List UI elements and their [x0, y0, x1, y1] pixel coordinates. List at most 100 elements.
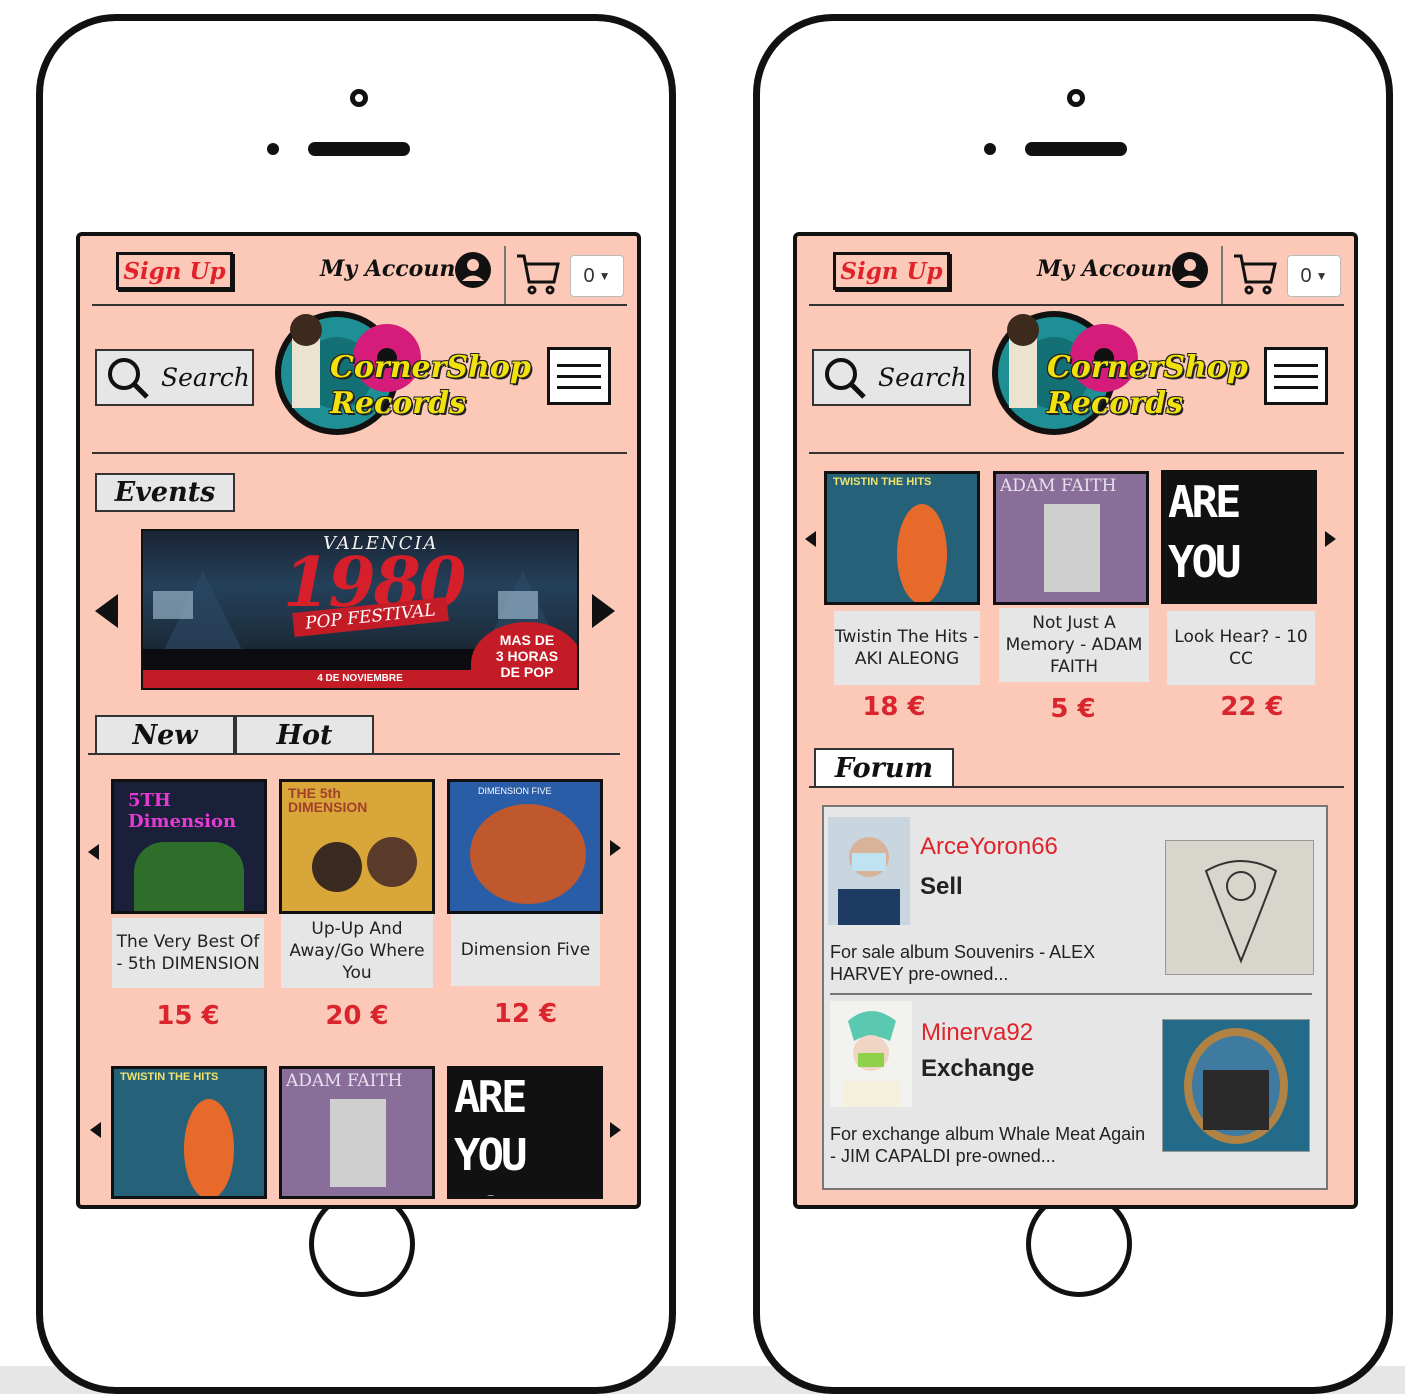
- product-caption[interactable]: Twistin The Hits - AKI ALEONG: [834, 611, 980, 685]
- cover-art: [330, 1099, 386, 1187]
- cart-icon[interactable]: [514, 250, 562, 298]
- cover-art: [1044, 504, 1100, 592]
- product-caption[interactable]: Look Hear? - 10 CC: [1167, 611, 1315, 685]
- user-photo: [828, 817, 910, 925]
- badge-line: 3 HORAS: [495, 648, 559, 664]
- products-next-arrow[interactable]: [1325, 531, 1336, 547]
- canvas-margin-top: [0, 0, 1405, 10]
- chevron-down-icon: ▼: [1315, 269, 1328, 283]
- album-cover[interactable]: ARE YOU NORMAL: [447, 1066, 603, 1199]
- product-price: 5 €: [1050, 694, 1096, 724]
- forum-post-text[interactable]: For exchange album Whale Meat Again - JI…: [830, 1123, 1150, 1167]
- search-button[interactable]: Search: [812, 349, 971, 406]
- album-cover[interactable]: TWISTIN THE HITS: [824, 471, 980, 605]
- logo-text-records: Records: [1047, 386, 1183, 421]
- tab-hot[interactable]: Hot: [235, 715, 374, 754]
- product-caption[interactable]: Not Just A Memory - ADAM FAITH: [999, 608, 1149, 682]
- avatar[interactable]: [830, 1001, 912, 1107]
- album-cover[interactable]: THE 5th DIMENSION: [279, 779, 435, 914]
- menu-bar: [1274, 363, 1318, 367]
- account-icon[interactable]: [455, 252, 491, 288]
- forum-post-type: Exchange: [921, 1055, 1035, 1082]
- search-label: Search: [878, 363, 967, 392]
- search-icon: [825, 357, 866, 399]
- album-cover[interactable]: ADAM FAITH: [279, 1066, 435, 1199]
- product-price: 20 €: [325, 1001, 389, 1031]
- cover-art: [312, 842, 362, 892]
- product-caption[interactable]: The Very Best Of - 5th DIMENSION: [112, 918, 264, 988]
- album-art: [1204, 860, 1278, 964]
- cover-title: THE 5th DIMENSION: [288, 785, 368, 815]
- hamburger-menu-button[interactable]: [547, 347, 611, 405]
- products-prev-arrow[interactable]: [90, 1122, 101, 1138]
- forum-post-text[interactable]: For sale album Souvenirs - ALEX HARVEY p…: [830, 941, 1150, 985]
- menu-bar: [557, 374, 601, 378]
- product-price: 15 €: [156, 1001, 220, 1031]
- album-cover[interactable]: ARE YOU NORMAL: [1161, 470, 1317, 604]
- cover-title: ADAM FAITH: [1000, 476, 1117, 496]
- cover-title: 5TH Dimension: [128, 790, 237, 832]
- section-divider: [809, 452, 1344, 454]
- forum-username[interactable]: ArceYoron66: [920, 833, 1058, 861]
- cart-count: 0: [583, 264, 595, 287]
- logo-text-cornershop: CornerShop: [330, 350, 531, 385]
- cover-title: ARE YOU NORMAL: [454, 1072, 598, 1196]
- header-divider: [1221, 246, 1223, 304]
- logo-text-records: Records: [330, 386, 466, 421]
- store-logo[interactable]: CornerShop Records: [989, 308, 1248, 438]
- account-icon[interactable]: [1172, 252, 1208, 288]
- cover-art: [897, 504, 947, 602]
- badge-line: MAS DE: [499, 632, 555, 648]
- section-divider: [92, 452, 627, 454]
- album-thumbnail[interactable]: [1165, 840, 1314, 975]
- album-cover[interactable]: ADAM FAITH: [993, 471, 1149, 605]
- cart-icon[interactable]: [1231, 250, 1279, 298]
- menu-bar: [557, 385, 601, 389]
- store-logo[interactable]: CornerShop Records: [272, 308, 531, 438]
- signup-button[interactable]: Sign Up: [833, 252, 950, 290]
- product-price: 22 €: [1220, 692, 1284, 722]
- chevron-down-icon: ▼: [598, 269, 611, 283]
- my-account-link[interactable]: My Account: [1037, 256, 1182, 282]
- cover-art: [367, 837, 417, 887]
- album-cover[interactable]: DIMENSION FIVE: [447, 779, 603, 914]
- forum-baseline: [809, 786, 1344, 788]
- search-label: Search: [161, 363, 250, 392]
- products-prev-arrow[interactable]: [805, 531, 816, 547]
- cover-title: TWISTIN THE HITS: [833, 476, 932, 488]
- carousel-next-arrow[interactable]: [592, 594, 615, 628]
- phone-right: Sign Up My Account 0 ▼ Search CornerShop…: [753, 14, 1393, 1394]
- user-photo: [830, 1001, 912, 1107]
- badge-line: DE POP: [500, 664, 554, 680]
- carousel-prev-arrow[interactable]: [95, 594, 118, 628]
- hamburger-menu-button[interactable]: [1264, 347, 1328, 405]
- my-account-link[interactable]: My Account: [320, 256, 465, 282]
- avatar[interactable]: [828, 817, 910, 925]
- event-banner[interactable]: VALENCIA 1980 POP FESTIVAL 4 DE NOVIEMBR…: [141, 529, 579, 690]
- tab-new[interactable]: New: [95, 715, 235, 754]
- products-next-arrow[interactable]: [610, 840, 621, 856]
- cover-art: [470, 804, 586, 904]
- tab-events[interactable]: Events: [95, 473, 235, 512]
- product-caption[interactable]: Up-Up And Away/Go Where You: [281, 914, 433, 988]
- signup-button[interactable]: Sign Up: [116, 252, 233, 290]
- products-next-arrow[interactable]: [610, 1122, 621, 1138]
- cover-art: [134, 842, 244, 911]
- tab-forum[interactable]: Forum: [814, 748, 954, 787]
- menu-bar: [1274, 385, 1318, 389]
- cart-count-select[interactable]: 0 ▼: [570, 255, 624, 297]
- search-button[interactable]: Search: [95, 349, 254, 406]
- cart-count-select[interactable]: 0 ▼: [1287, 255, 1341, 297]
- header-divider-line: [92, 304, 627, 306]
- album-cover[interactable]: TWISTIN THE HITS: [111, 1066, 267, 1199]
- event-badge: MAS DE 3 HORAS DE POP: [471, 622, 577, 688]
- album-cover[interactable]: 5TH Dimension: [111, 779, 267, 914]
- products-prev-arrow[interactable]: [88, 844, 99, 860]
- screen-left: Sign Up My Account 0 ▼ Search CornerShop…: [76, 232, 641, 1209]
- product-caption[interactable]: Dimension Five: [451, 914, 600, 986]
- cover-title: DIMENSION FIVE: [478, 786, 552, 796]
- menu-bar: [557, 363, 601, 367]
- album-thumbnail[interactable]: [1162, 1019, 1310, 1152]
- forum-username[interactable]: Minerva92: [921, 1019, 1033, 1047]
- phone-camera: [350, 89, 368, 107]
